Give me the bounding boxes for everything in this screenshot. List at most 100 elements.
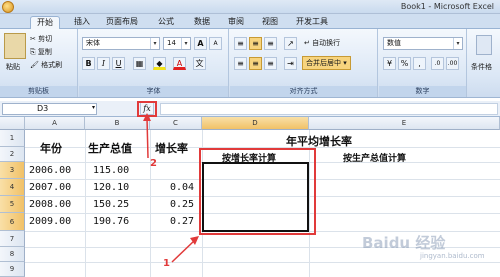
align-center-icon[interactable]: ≡ (249, 57, 262, 70)
cell-d1-title: 年平均增长率 (286, 135, 352, 148)
select-all-corner[interactable] (0, 117, 25, 130)
shrink-font-button[interactable]: A (209, 37, 222, 50)
font-size-select[interactable]: 14 ▾ (163, 37, 191, 50)
office-button[interactable] (2, 1, 14, 13)
tab-data[interactable]: 数据 (188, 16, 216, 29)
cell-c1-header-rate: 增长率 (155, 142, 188, 155)
tab-review[interactable]: 审阅 (222, 16, 250, 29)
column-header-c[interactable]: C (150, 117, 202, 130)
row-header-5[interactable]: 5 (0, 196, 25, 213)
indent-icon[interactable]: ⇥ (284, 57, 297, 70)
grow-font-button[interactable]: A (194, 37, 207, 50)
increase-decimal-icon[interactable]: .0 (431, 57, 444, 70)
gridline (25, 262, 500, 263)
name-box[interactable]: D3 (2, 103, 97, 115)
cell-c5[interactable]: 0.25 (170, 199, 194, 210)
borders-icon[interactable]: ▦ (133, 57, 146, 70)
phonetic-icon[interactable]: 文 (193, 57, 206, 70)
annotation-1: 1 (163, 258, 170, 269)
cell-a4[interactable]: 2007.00 (29, 182, 71, 193)
chevron-down-icon: ▾ (181, 38, 190, 49)
selection-highlight-box (199, 148, 316, 235)
column-header-b[interactable]: B (85, 117, 150, 130)
number-format-select[interactable]: 数值 ▾ (383, 37, 463, 50)
cell-b6[interactable]: 190.76 (93, 216, 129, 227)
column-header-a[interactable]: A (25, 117, 85, 130)
bold-button[interactable]: B (82, 57, 95, 70)
scissors-icon: ✂ (30, 35, 36, 43)
align-left-icon[interactable]: ≡ (234, 57, 247, 70)
copy-icon: ⎘ (30, 48, 36, 56)
cell-b5[interactable]: 150.25 (93, 199, 129, 210)
column-header-e[interactable]: E (309, 117, 500, 130)
format-painter-button[interactable]: 🖌 格式刷 (30, 60, 62, 70)
cell-c4[interactable]: 0.04 (170, 182, 194, 193)
wrap-text-icon: ↵ (304, 39, 310, 47)
row-header-4[interactable]: 4 (0, 179, 25, 196)
formula-input[interactable] (160, 103, 498, 115)
row-header-3[interactable]: 3 (0, 162, 25, 179)
cell-b4[interactable]: 120.10 (93, 182, 129, 193)
chevron-down-icon: ▾ (453, 38, 462, 49)
conditional-format-button[interactable]: 条件格 (471, 62, 492, 72)
copy-button[interactable]: ⎘ 复制 (30, 47, 52, 57)
cut-button[interactable]: ✂ 剪切 (30, 34, 52, 44)
chevron-down-icon: ▾ (150, 38, 159, 49)
tab-home[interactable]: 开始 (30, 16, 60, 29)
decrease-decimal-icon[interactable]: .00 (446, 57, 459, 70)
watermark-logo: Baidu 经验 (362, 234, 446, 252)
cell-c6[interactable]: 0.27 (170, 216, 194, 227)
watermark-url: jingyan.baidu.com (420, 252, 485, 260)
row-header-7[interactable]: 7 (0, 231, 25, 247)
title-bar: Book1 - Microsoft Excel (0, 0, 500, 14)
align-bottom-icon[interactable]: ≡ (264, 37, 277, 50)
clipboard-label: 剪贴板 (0, 86, 77, 97)
tab-page-layout[interactable]: 页面布局 (100, 16, 144, 29)
row-header-8[interactable]: 8 (0, 247, 25, 262)
tab-view[interactable]: 视图 (256, 16, 284, 29)
ribbon-tabs: 开始 插入 页面布局 公式 数据 审阅 视图 开发工具 (0, 14, 500, 29)
number-group: 数值 ▾ ¥ % , .0 .00 数字 (379, 29, 467, 97)
align-top-icon[interactable]: ≡ (234, 37, 247, 50)
row-header-6[interactable]: 6 (0, 213, 25, 231)
row-header-2[interactable]: 2 (0, 147, 25, 162)
font-group: 宋体 ▾ 14 ▾ A A B I U ▦ ◆ A 文 字体 (79, 29, 229, 97)
comma-icon[interactable]: , (413, 57, 426, 70)
conditional-format-icon[interactable] (476, 35, 492, 55)
tab-insert[interactable]: 插入 (68, 16, 96, 29)
cell-a3[interactable]: 2006.00 (29, 165, 71, 176)
tab-developer[interactable]: 开发工具 (290, 16, 334, 29)
currency-icon[interactable]: ¥ (383, 57, 396, 70)
column-header-d[interactable]: D (202, 117, 309, 130)
orientation-icon[interactable]: ↗ (284, 37, 297, 50)
percent-icon[interactable]: % (398, 57, 411, 70)
align-middle-icon[interactable]: ≡ (249, 37, 262, 50)
chevron-down-icon[interactable]: ▾ (92, 104, 95, 111)
number-label: 数字 (379, 86, 466, 97)
cell-a5[interactable]: 2008.00 (29, 199, 71, 210)
fx-highlight-box (137, 101, 157, 117)
cell-a6[interactable]: 2009.00 (29, 216, 71, 227)
underline-button[interactable]: U (112, 57, 125, 70)
cell-b1-header-value: 生产总值 (88, 142, 132, 155)
align-right-icon[interactable]: ≡ (264, 57, 277, 70)
merge-center-button[interactable]: 合并后居中 ▾ (302, 56, 351, 70)
alignment-label: 对齐方式 (230, 86, 377, 97)
gridline (85, 130, 86, 277)
italic-button[interactable]: I (97, 57, 110, 70)
clipboard-group: 粘贴 ✂ 剪切 ⎘ 复制 🖌 格式刷 剪贴板 (0, 29, 78, 97)
row-header-9[interactable]: 9 (0, 262, 25, 277)
cell-a1-header-year: 年份 (40, 142, 62, 155)
paste-button[interactable]: 粘贴 (6, 62, 20, 72)
paste-icon[interactable] (4, 33, 26, 59)
font-name-select[interactable]: 宋体 ▾ (82, 37, 160, 50)
styles-group: 条件格 (468, 29, 500, 97)
fill-color-icon[interactable]: ◆ (153, 57, 166, 70)
font-color-icon[interactable]: A (173, 57, 186, 70)
font-label: 字体 (79, 86, 228, 97)
row-header-1[interactable]: 1 (0, 130, 25, 147)
tab-formulas[interactable]: 公式 (152, 16, 180, 29)
cell-b3[interactable]: 115.00 (93, 165, 129, 176)
brush-icon: 🖌 (30, 61, 39, 69)
wrap-text-button[interactable]: ↵ 自动换行 (304, 38, 340, 48)
